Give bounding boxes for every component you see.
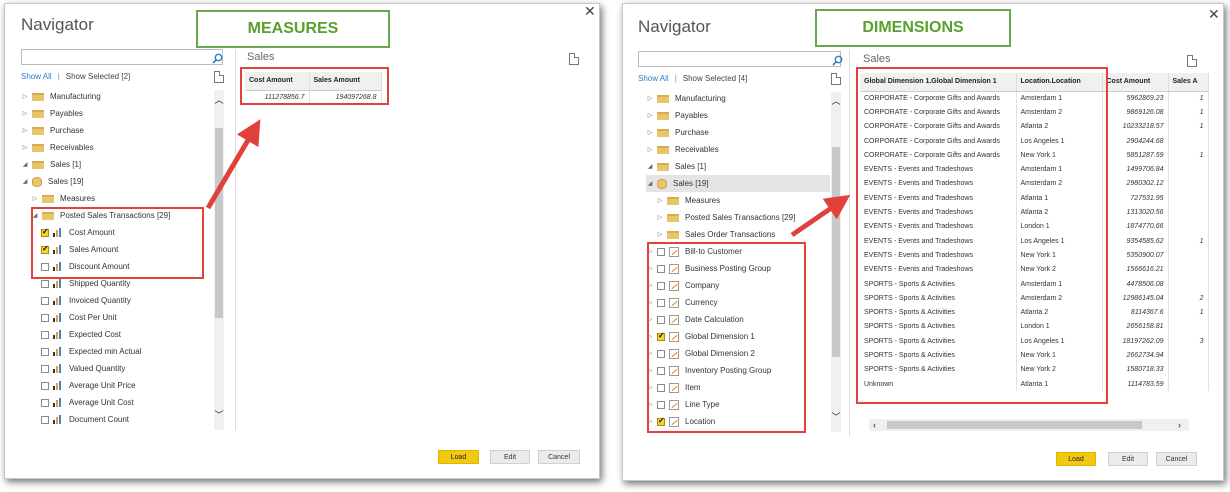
annotation-arrows bbox=[205, 119, 851, 238]
measures-arrow bbox=[205, 119, 261, 210]
dimensions-arrow bbox=[790, 194, 851, 238]
